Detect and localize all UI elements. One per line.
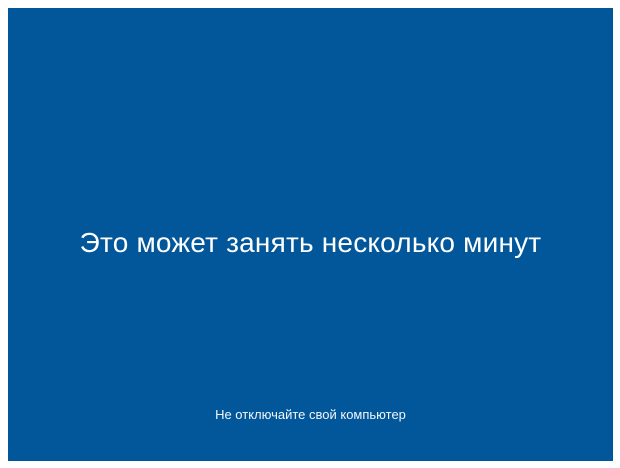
setup-progress-screen: Это может занять несколько минут Не откл… [8,8,613,461]
main-status-message: Это может занять несколько минут [79,227,542,258]
do-not-turn-off-notice: Не отключайте свой компьютер [215,407,406,422]
